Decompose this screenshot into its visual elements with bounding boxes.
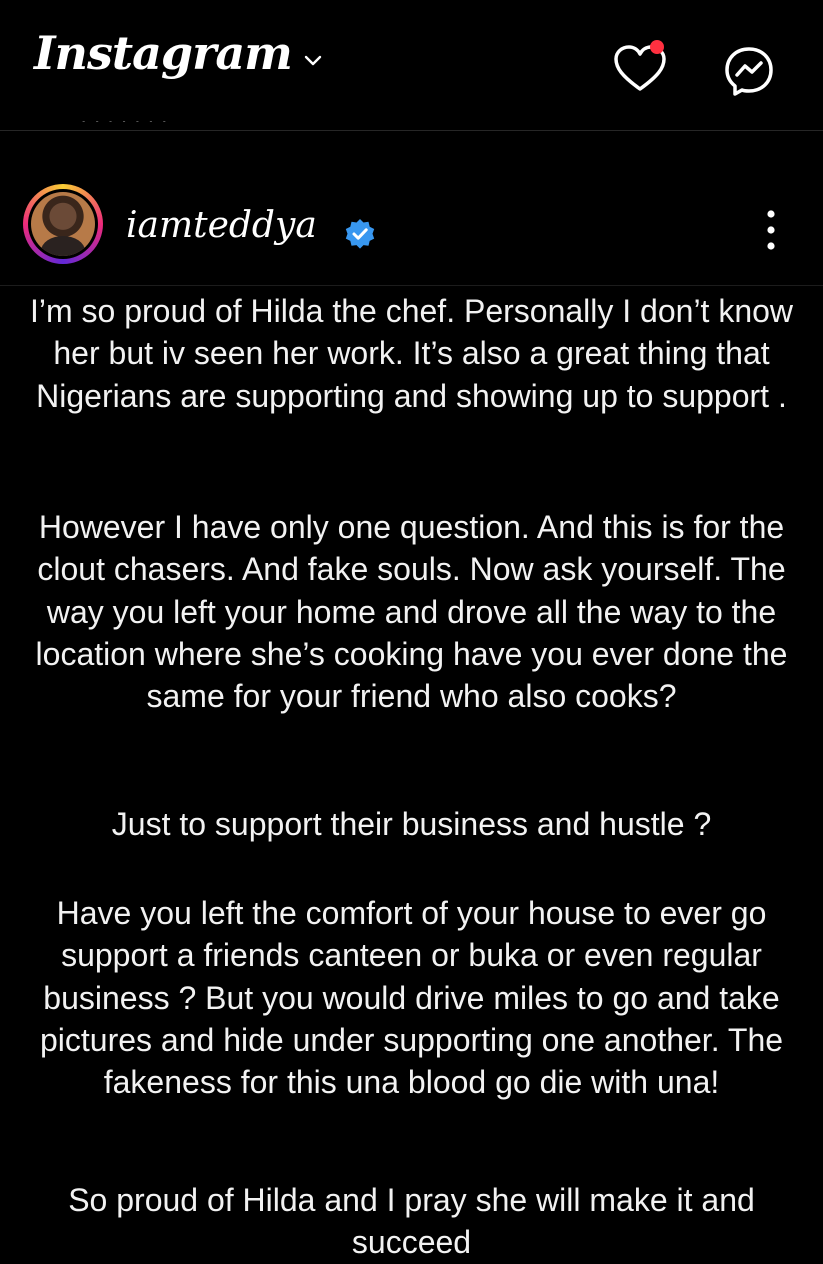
post-header: iamteddya xyxy=(0,170,823,280)
previous-post-caption-fragment: · · · · · · · xyxy=(80,121,230,129)
caption-paragraph: Just to support their business and hustl… xyxy=(111,806,712,842)
notification-dot xyxy=(650,40,664,54)
caption-paragraph: However I have only one question. And th… xyxy=(35,509,788,715)
caption-paragraph: Have you left the comfort of your house … xyxy=(39,895,784,1101)
chevron-down-icon[interactable] xyxy=(300,48,326,74)
more-vertical-icon[interactable] xyxy=(756,208,786,252)
verified-badge-icon xyxy=(345,219,375,249)
avatar-photo xyxy=(31,192,95,256)
avatar-story-ring[interactable] xyxy=(23,184,103,264)
avatar xyxy=(28,189,98,259)
caption-paragraph: I’m so proud of Hilda the chef. Personal… xyxy=(29,293,794,414)
post-username[interactable]: iamteddya xyxy=(126,205,317,246)
app-title[interactable]: Instagram xyxy=(34,26,293,80)
post-divider xyxy=(0,285,823,286)
top-bar: Instagram · · · · · · · xyxy=(0,0,823,131)
avatar-shirt xyxy=(41,236,85,256)
caption-paragraph: So proud of Hilda and I pray she will ma… xyxy=(68,1182,755,1261)
messenger-icon[interactable] xyxy=(722,44,776,98)
